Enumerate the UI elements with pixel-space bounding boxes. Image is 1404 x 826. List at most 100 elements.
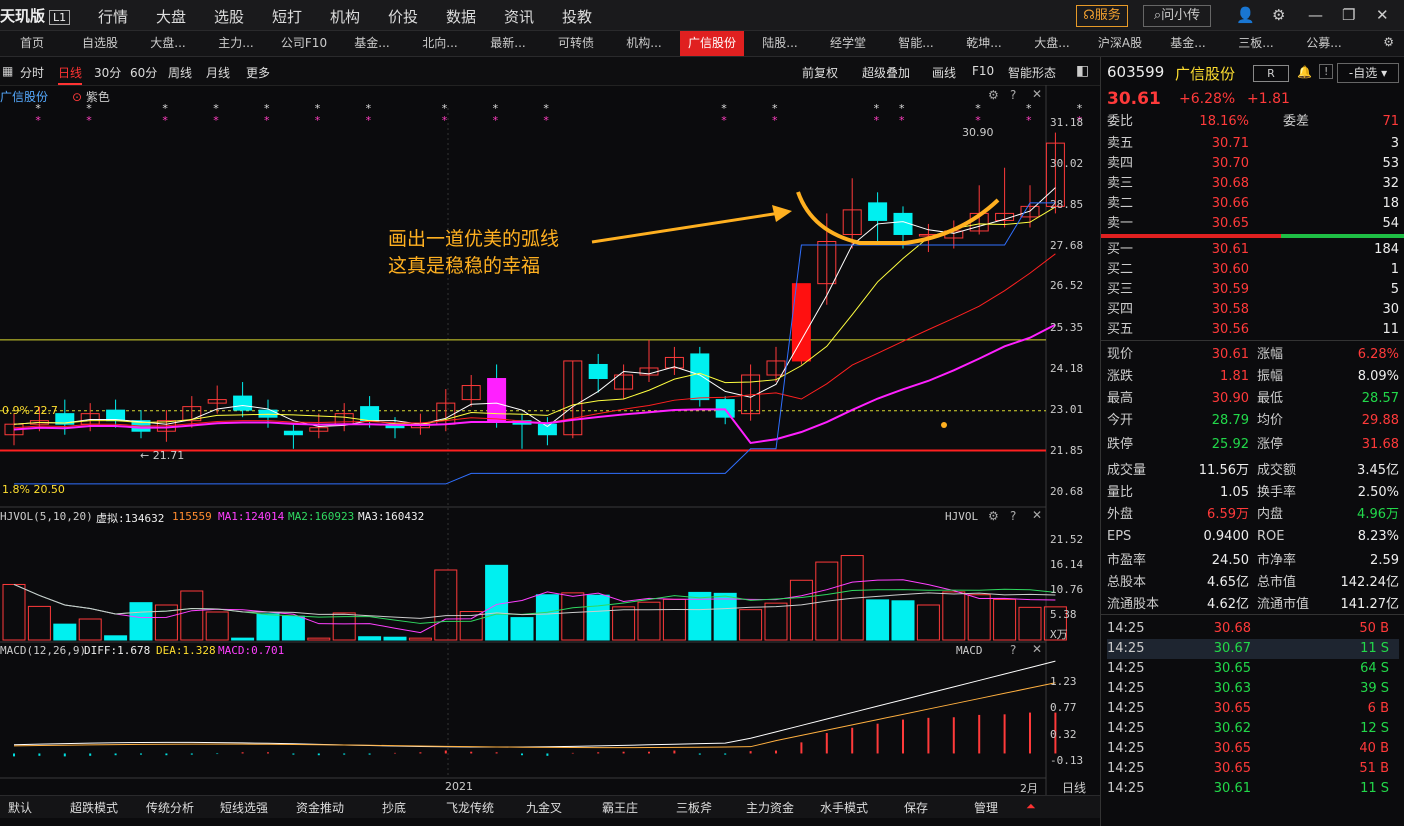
strategy-tab[interactable]: 九金叉 [526, 799, 562, 816]
tab-item[interactable]: 基金... [1156, 31, 1220, 56]
volume-bar [993, 598, 1017, 641]
tick-row[interactable]: 14:25 30.68 50 B [1107, 619, 1399, 639]
signal-dot: * [772, 114, 778, 127]
signal-dot: * [899, 114, 905, 127]
strategy-tab[interactable]: 默认 [8, 799, 32, 816]
bid-volume: 30 [1382, 302, 1399, 317]
alert-icon[interactable]: ! [1319, 64, 1334, 79]
vol-tick: 5.38 [1050, 607, 1077, 621]
tick-row[interactable]: 14:25 30.62 12 S [1107, 719, 1399, 739]
macd-tick: 0.32 [1050, 727, 1077, 741]
stat-label: 最高 [1107, 391, 1134, 406]
tick-volume: 40 B [1359, 741, 1389, 756]
stat-label: 最低 [1257, 391, 1284, 406]
tab-item[interactable]: 三板... [1224, 31, 1288, 56]
bid-row[interactable]: 买三 30.59 5 [1107, 280, 1399, 300]
tick-row[interactable]: 14:25 30.65 51 B [1107, 759, 1399, 779]
strategy-tab[interactable]: 资金推动 [296, 799, 344, 816]
restore-icon[interactable]: ❐ [1342, 6, 1355, 24]
strategy-tab[interactable]: 抄底 [382, 799, 406, 816]
ask-label: 卖三 [1107, 176, 1134, 191]
macd-close-icon[interactable]: ✕ [1032, 642, 1042, 656]
strategy-tab[interactable]: 霸王庄 [602, 799, 638, 816]
strategy-tab[interactable]: 短线选强 [220, 799, 268, 816]
ask-price: 30.71 [1211, 136, 1249, 151]
period-label[interactable]: 日线 [1062, 779, 1086, 796]
tick-volume: 6 B [1367, 701, 1389, 716]
tick-row[interactable]: 14:25 30.61 11 S [1107, 779, 1399, 799]
ask-row[interactable]: 卖一 30.65 54 [1107, 214, 1399, 234]
tab-item[interactable]: 公募... [1292, 31, 1356, 56]
user-icon[interactable]: 👤 [1236, 6, 1255, 24]
self-select-button[interactable]: -自选 ▾ [1337, 63, 1399, 83]
collapse-icon[interactable]: ⏶ [1026, 799, 1036, 814]
bid-volume: 5 [1390, 282, 1399, 297]
strategy-tab[interactable]: 保存 [904, 799, 928, 816]
close-icon[interactable]: ✕ [1376, 6, 1389, 24]
stat-row: 现价 30.61 涨幅 6.28% [1107, 345, 1399, 365]
ask-label: 卖四 [1107, 156, 1134, 171]
stat-label: 均价 [1257, 413, 1284, 428]
bid-price: 30.59 [1211, 282, 1249, 297]
vol-close-icon[interactable]: ✕ [1032, 508, 1042, 522]
ask-volume: 53 [1382, 156, 1399, 171]
strategy-tab[interactable]: 管理 [974, 799, 998, 816]
stat-value: 4.65亿 [1207, 575, 1249, 590]
ask-row[interactable]: 卖五 30.71 3 [1107, 134, 1399, 154]
strategy-tab[interactable]: 三板斧 [676, 799, 712, 816]
vol-tick: 16.14 [1050, 557, 1084, 571]
bid-volume: 184 [1374, 242, 1399, 257]
bid-row[interactable]: 买四 30.58 30 [1107, 300, 1399, 320]
bid-volume: 1 [1390, 262, 1399, 277]
tick-row[interactable]: 14:25 30.63 39 S [1107, 679, 1399, 699]
month-label: 2月 [1020, 782, 1038, 795]
tick-time: 14:25 [1107, 681, 1145, 696]
stat-label: 外盘 [1107, 507, 1134, 522]
bid-label: 买三 [1107, 282, 1134, 297]
stat-value: 0.9400 [1203, 529, 1250, 544]
stat-label: 市盈率 [1107, 553, 1147, 568]
candle-body [233, 395, 253, 411]
minimize-icon[interactable]: — [1308, 6, 1323, 24]
strategy-tab[interactable]: 主力资金 [746, 799, 794, 816]
strategy-tab[interactable]: 飞龙传统 [446, 799, 494, 816]
tick-row[interactable]: 14:25 30.67 11 S [1107, 639, 1399, 659]
stat-value: 1.05 [1220, 485, 1249, 500]
ask-row[interactable]: 卖三 30.68 32 [1107, 174, 1399, 194]
tick-price: 30.68 [1213, 621, 1251, 636]
bid-row[interactable]: 买五 30.56 11 [1107, 320, 1399, 340]
volume-bar [1018, 606, 1042, 641]
bid-row[interactable]: 买二 30.60 1 [1107, 260, 1399, 280]
candle-body [868, 202, 888, 221]
settings-icon[interactable]: ⚙ [1383, 35, 1394, 49]
vol-settings-icon[interactable]: ⚙ [988, 509, 999, 523]
bid-price: 30.61 [1211, 242, 1249, 257]
vol-help-icon[interactable]: ? [1010, 509, 1016, 523]
volume-bar [129, 602, 153, 641]
tick-row[interactable]: 14:25 30.65 64 S [1107, 659, 1399, 679]
volume-bar [510, 617, 534, 641]
signal-dot: * [874, 114, 880, 127]
price-tick: 28.85 [1050, 197, 1084, 211]
strategy-tab[interactable]: 传统分析 [146, 799, 194, 816]
strategy-tab[interactable]: 水手模式 [820, 799, 868, 816]
strategy-tab[interactable]: 超跌模式 [70, 799, 118, 816]
bid-row[interactable]: 买一 30.61 184 [1107, 240, 1399, 260]
left-pct-label-2: 1.8% 20.50 [2, 483, 65, 496]
tick-price: 30.62 [1213, 721, 1251, 736]
stat-label: ROE [1257, 529, 1285, 544]
ask-row[interactable]: 卖四 30.70 53 [1107, 154, 1399, 174]
ask-button[interactable]: ⌕问小传 [1143, 5, 1211, 27]
stat-label: 内盘 [1257, 507, 1284, 522]
volume-bar [180, 590, 204, 641]
ask-row[interactable]: 卖二 30.66 18 [1107, 194, 1399, 214]
stat-label: 振幅 [1257, 369, 1284, 384]
macd-help-icon[interactable]: ? [1010, 643, 1016, 657]
tick-row[interactable]: 14:25 30.65 6 B [1107, 699, 1399, 719]
gear-icon[interactable]: ⚙ [1272, 6, 1285, 24]
stat-value: 8.09% [1357, 369, 1399, 384]
ask-label: 卖一 [1107, 216, 1134, 231]
bell-icon[interactable]: 🔔 [1297, 65, 1312, 79]
tick-row[interactable]: 14:25 30.65 40 B [1107, 739, 1399, 759]
volume-bar [383, 636, 407, 641]
